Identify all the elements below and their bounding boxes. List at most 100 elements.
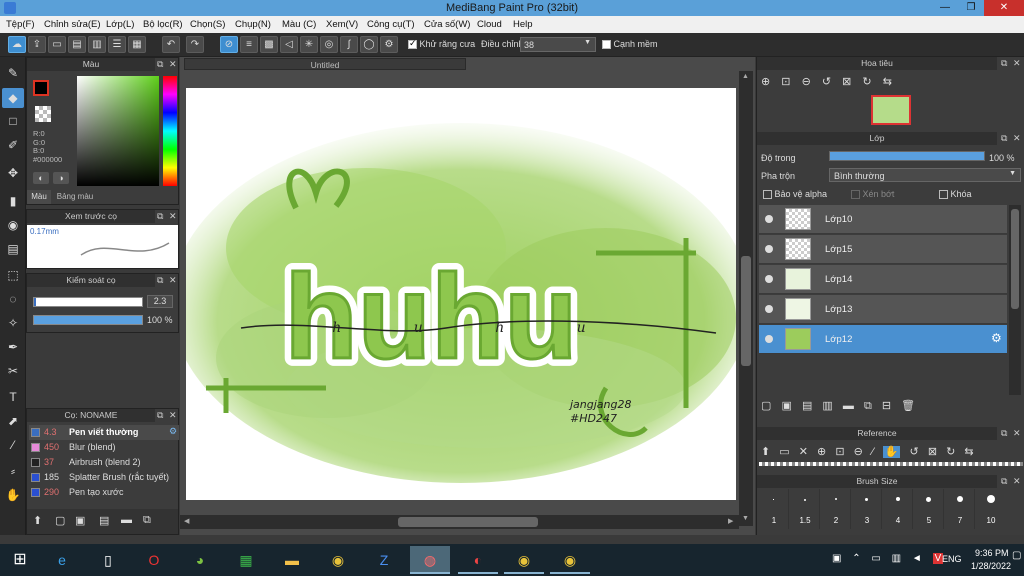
gear-icon[interactable]: ⚙	[169, 426, 177, 437]
drawing-canvas[interactable]: huhu huhu h u h u jangjang28 #HD247	[186, 88, 736, 500]
menu-edit[interactable]: Chỉnh sửa(E)	[44, 19, 101, 30]
new-layer-icon[interactable]: ▢	[761, 400, 771, 412]
chrome-icon[interactable]: ◉	[318, 546, 358, 574]
vertical-scroll-thumb[interactable]	[741, 256, 751, 366]
horizontal-scrollbar[interactable]: ◀ ▶	[180, 515, 739, 529]
brush-size-cell[interactable]: 3	[852, 489, 882, 529]
language-indicator[interactable]: ENG	[942, 554, 962, 564]
redo-icon[interactable]: ↷	[186, 36, 204, 53]
folder-icon[interactable]: ▬	[121, 514, 132, 526]
move-tool-icon[interactable]: ✥	[2, 163, 24, 183]
clock-date[interactable]: 1/28/2022	[971, 561, 1011, 571]
minimize-button[interactable]: —	[932, 0, 958, 16]
transparent-swatch[interactable]	[35, 106, 51, 122]
close-button[interactable]: ✕	[984, 0, 1024, 16]
duplicate-icon[interactable]: ⧉	[143, 514, 151, 527]
app-green-icon[interactable]: ◕	[180, 546, 220, 574]
brush-item[interactable]: 290 Pen tạo xước	[29, 485, 179, 500]
layer-row[interactable]: Lớp14	[759, 265, 1007, 294]
vanishing-snap-icon[interactable]: ◁	[280, 36, 298, 53]
brush-item[interactable]: 450 Blur (blend)	[29, 440, 179, 455]
brush-menu-icon[interactable]: ▣	[75, 514, 85, 527]
rotate-right-icon[interactable]: ↻	[946, 446, 955, 458]
radial-snap-icon[interactable]: ✳	[300, 36, 318, 53]
fill-rect-tool-icon[interactable]: ▮	[2, 191, 24, 211]
network-icon[interactable]: ▥	[892, 553, 901, 564]
text-tool-icon[interactable]: T	[2, 387, 24, 407]
notification-icon[interactable]: ▢	[1012, 550, 1022, 570]
eye-icon[interactable]	[765, 275, 773, 283]
volume-icon[interactable]: ◄	[912, 553, 922, 564]
dropper-tool-icon[interactable]: ⸗	[2, 461, 24, 481]
chrome-profile-icon[interactable]: ◉	[504, 546, 544, 574]
internet-explorer-icon[interactable]: e	[42, 546, 82, 574]
store-icon[interactable]: ▦	[226, 546, 266, 574]
soft-edge-toggle[interactable]: Cạnh mềm	[602, 39, 658, 50]
duplicate-layer-icon[interactable]: ⧉	[864, 400, 872, 412]
layer-row[interactable]: Lớp15	[759, 235, 1007, 264]
undo-icon[interactable]: ↶	[162, 36, 180, 53]
layer-opacity-slider[interactable]	[829, 151, 985, 161]
brush-item[interactable]: 37 Airbrush (blend 2)	[29, 455, 179, 470]
rotate-right-icon[interactable]: ↻	[862, 76, 871, 88]
eyedropper-icon[interactable]: ⁄	[872, 446, 874, 458]
navigator-thumbnail[interactable]	[871, 95, 911, 125]
bucket-tool-icon[interactable]: ◉	[2, 215, 24, 235]
tab-document[interactable]: Untitled	[184, 58, 466, 70]
merge-layer-icon[interactable]: ⊟	[882, 400, 891, 412]
horizontal-scroll-thumb[interactable]	[398, 517, 538, 527]
document-icon[interactable]: ▥	[88, 36, 106, 53]
zoom-in-icon[interactable]: ⊕	[761, 76, 770, 88]
menu-color[interactable]: Màu (C)	[282, 19, 316, 30]
panel-close-icon[interactable]: ✕	[1013, 57, 1021, 70]
tab-color[interactable]: Màu	[27, 190, 51, 204]
brush-size-cell[interactable]: 2	[821, 489, 851, 529]
medibang-taskbar-icon[interactable]: ◍	[410, 546, 450, 574]
zoom-out-icon[interactable]: ⊖	[802, 76, 811, 88]
menu-help[interactable]: Help	[513, 19, 533, 30]
list-icon[interactable]: ☰	[108, 36, 126, 53]
brush-item[interactable]: 185 Splatter Brush (rắc tuyết)	[29, 470, 179, 485]
rotate-left-icon[interactable]: ↺	[910, 446, 919, 458]
protect-alpha-checkbox[interactable]	[763, 190, 772, 200]
brush-size-cell[interactable]: 7	[945, 489, 975, 529]
zoom-in-icon[interactable]: ⊕	[817, 446, 826, 458]
brush-doc-icon[interactable]: ▤	[99, 514, 109, 527]
menu-capture[interactable]: Chụp(N)	[235, 19, 271, 30]
upload-icon[interactable]: ⬆	[761, 446, 770, 458]
rectangle-tool-icon[interactable]: □	[2, 111, 24, 131]
brush-tool-icon[interactable]: ✎	[2, 63, 24, 83]
paint-app-icon[interactable]: ◐	[458, 546, 498, 574]
tab-palette[interactable]: Bảng màu	[53, 190, 97, 204]
clipping-checkbox[interactable]	[851, 190, 860, 200]
panel-undock-icon[interactable]: ⧉	[1001, 57, 1007, 70]
hand-icon[interactable]: ✋	[882, 446, 901, 458]
fit-icon[interactable]: ⊡	[781, 76, 790, 88]
layer-row[interactable]: Lớp13	[759, 295, 1007, 324]
zoom-out-icon[interactable]: ⊖	[854, 446, 863, 458]
flip-icon[interactable]: ⇆	[883, 76, 892, 88]
opera-icon[interactable]: O	[134, 546, 174, 574]
eye-icon[interactable]	[765, 245, 773, 253]
correction-select[interactable]: 38 ▼	[520, 37, 596, 52]
menu-file[interactable]: Tệp(F)	[6, 19, 35, 30]
layer-menu-icon[interactable]: ▥	[822, 400, 832, 412]
maximize-button[interactable]: ❐	[958, 0, 984, 16]
cross-snap-icon[interactable]: ▩	[260, 36, 278, 53]
brush-size-cell[interactable]: 10	[976, 489, 1006, 529]
eye-icon[interactable]	[765, 305, 773, 313]
menu-layer[interactable]: Lớp(L)	[106, 19, 134, 30]
ellipse-snap-icon[interactable]: ◯	[360, 36, 378, 53]
antialias-toggle[interactable]: Khử răng cưa	[408, 38, 475, 50]
battery-icon[interactable]: ▭	[871, 553, 880, 564]
gear-icon[interactable]: ⚙	[991, 331, 1002, 345]
select-rect-tool-icon[interactable]: ⬚	[2, 265, 24, 285]
circle-snap-icon[interactable]: ◎	[320, 36, 338, 53]
brush-size-cell[interactable]: 4	[883, 489, 913, 529]
eraser-tool-icon[interactable]: ◆	[2, 88, 24, 108]
menu-filter[interactable]: Bộ lọc(R)	[143, 19, 183, 30]
lasso-tool-icon[interactable]: ◌	[2, 289, 24, 309]
brush-size-slider[interactable]	[33, 297, 143, 307]
panel-undock-icon[interactable]: ⧉	[157, 274, 163, 287]
menu-view[interactable]: Xem(V)	[326, 19, 358, 30]
